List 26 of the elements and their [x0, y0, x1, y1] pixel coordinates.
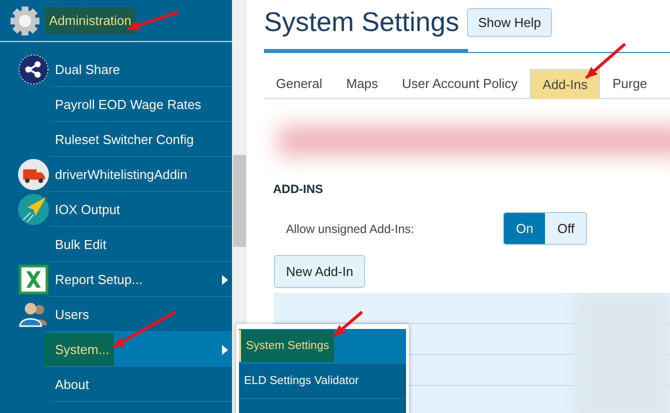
- tab[interactable]: User Account Policy: [390, 69, 530, 98]
- tab[interactable]: Purge: [600, 69, 660, 98]
- share-icon: [18, 54, 49, 85]
- scrollbar-thumb[interactable]: [233, 155, 246, 247]
- show-help-button[interactable]: Show Help: [467, 8, 552, 36]
- menu-item[interactable]: Dual Share: [50, 52, 232, 87]
- toggle-option[interactable]: Off: [545, 213, 586, 244]
- spreadsheet-icon: [18, 264, 49, 295]
- setting-label: Allow unsigned Add-Ins:: [286, 222, 416, 236]
- menu-item[interactable]: System...: [44, 332, 232, 367]
- toggle-option[interactable]: On: [504, 213, 546, 244]
- paper-plane-icon: [18, 194, 49, 225]
- submenu-item[interactable]: System Settings: [239, 329, 406, 364]
- gear-icon: [8, 4, 42, 38]
- page-title: System Settings: [264, 6, 460, 38]
- new-add-in-button[interactable]: New Add-In: [274, 255, 366, 288]
- truck-icon: [18, 159, 49, 190]
- menu-item[interactable]: IOX Output: [50, 192, 232, 227]
- section-title: ADD-INS: [273, 182, 324, 196]
- tab[interactable]: Add-Ins: [530, 69, 600, 99]
- tab[interactable]: General: [264, 69, 334, 98]
- menu-header[interactable]: Administration: [45, 7, 136, 34]
- menu-item[interactable]: Report Setup...: [50, 262, 232, 297]
- submenu-item[interactable]: ELD Settings Validator: [239, 364, 406, 399]
- tab[interactable]: Maps: [334, 69, 390, 98]
- menu-item[interactable]: driverWhitelistingAddin: [50, 157, 232, 192]
